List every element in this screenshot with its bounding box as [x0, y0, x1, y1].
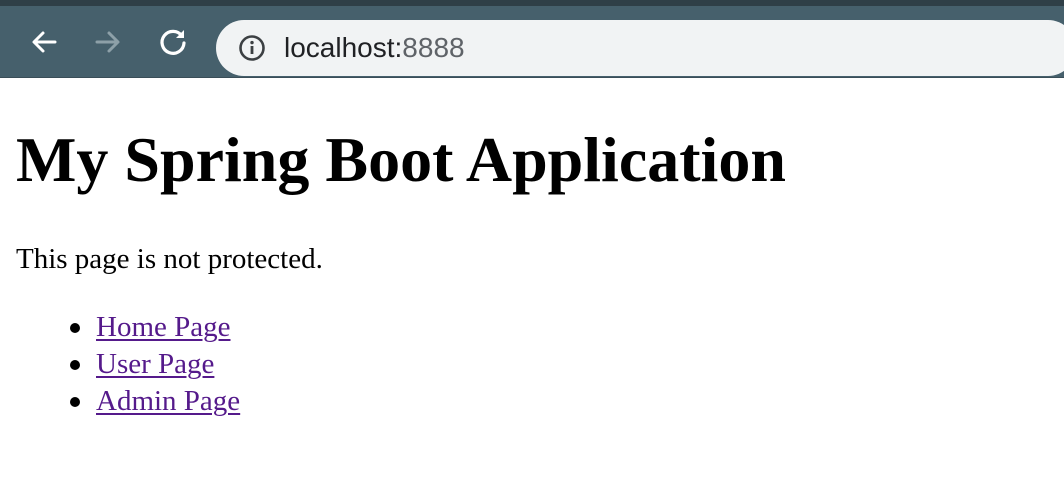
url-host: localhost:	[284, 32, 403, 63]
home-page-link[interactable]: Home Page	[96, 311, 231, 343]
browser-toolbar: localhost:8888	[0, 0, 1064, 78]
bullet-icon	[70, 360, 80, 370]
list-item: User Page	[70, 346, 240, 383]
page-description: This page is not protected.	[16, 243, 323, 275]
page-title: My Spring Boot Application	[16, 124, 786, 195]
user-page-link[interactable]: User Page	[96, 348, 214, 380]
forward-arrow-icon	[95, 31, 120, 53]
back-arrow-icon	[32, 31, 57, 53]
page-content: My Spring Boot Application This page is …	[0, 78, 1064, 488]
link-list: Home Page User Page Admin Page	[70, 309, 240, 420]
info-icon[interactable]	[238, 34, 266, 62]
bullet-icon	[70, 323, 80, 333]
url-port: 8888	[402, 32, 465, 63]
bullet-icon	[70, 397, 80, 407]
back-button[interactable]	[28, 26, 60, 58]
address-bar[interactable]: localhost:8888	[216, 20, 1064, 76]
list-item: Home Page	[70, 309, 240, 346]
admin-page-link[interactable]: Admin Page	[96, 385, 240, 417]
reload-icon	[160, 29, 186, 55]
forward-button[interactable]	[92, 26, 124, 58]
list-item: Admin Page	[70, 383, 240, 420]
url-text[interactable]: localhost:8888	[284, 32, 465, 64]
reload-button[interactable]	[157, 26, 189, 58]
